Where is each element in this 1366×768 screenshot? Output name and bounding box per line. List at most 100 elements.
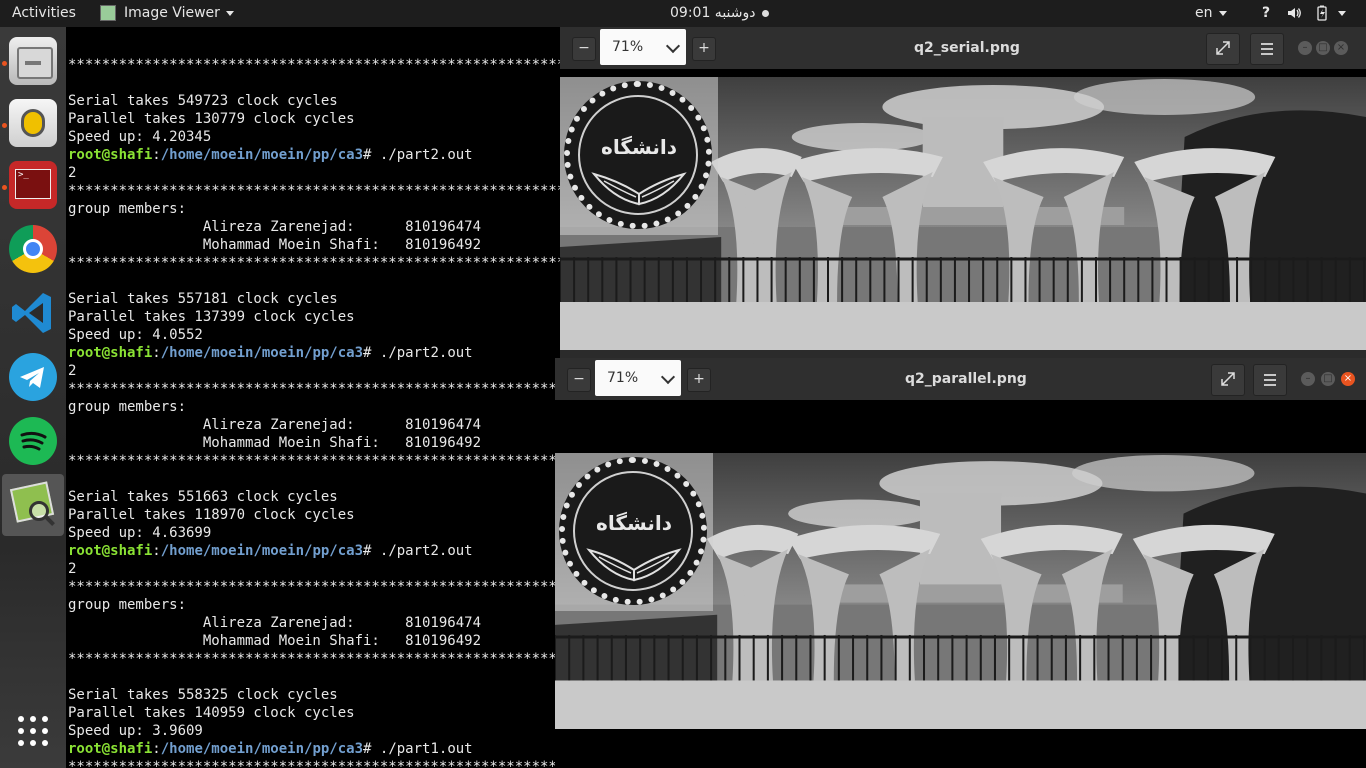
- terminal-output-line: group members:: [68, 399, 187, 415]
- files-icon[interactable]: [9, 37, 57, 85]
- terminal-output-line: ****************************************…: [68, 759, 560, 768]
- terminal-output-line: ****************************************…: [68, 381, 560, 397]
- terminal-output-line: ****************************************…: [68, 183, 560, 199]
- terminal-output-line: Parallel takes 137399 clock cycles: [68, 309, 355, 325]
- prompt-user: root@shafi: [68, 147, 153, 163]
- prompt-path: /home/moein/moein/pp/ca3: [160, 543, 364, 559]
- running-indicator: [2, 123, 7, 128]
- seal-text: دانشگاه: [596, 511, 672, 535]
- running-indicator: [2, 61, 7, 66]
- clock[interactable]: دوشنبه 09:01: [670, 0, 769, 27]
- terminal-output-line: 2: [68, 561, 77, 577]
- image-viewer-serial-window[interactable]: − 71% + q2_serial.png – □ × دانشگاه: [560, 27, 1366, 350]
- terminal-output-line: 2: [68, 165, 77, 181]
- window-title: q2_serial.png: [914, 40, 1020, 56]
- close-button[interactable]: ×: [1341, 372, 1355, 386]
- vscode-icon[interactable]: [9, 289, 57, 337]
- show-apps-icon[interactable]: [9, 707, 57, 755]
- notification-dot-icon: [761, 9, 769, 17]
- wings-icon: [591, 172, 687, 206]
- chrome-icon[interactable]: [9, 225, 57, 273]
- zoom-in-button[interactable]: +: [692, 37, 716, 61]
- zoom-select[interactable]: 71%: [600, 29, 686, 65]
- terminal-output-line: ****************************************…: [68, 579, 560, 595]
- running-indicator: [2, 185, 7, 190]
- terminal-output-line: group members:: [68, 597, 187, 613]
- telegram-icon[interactable]: [9, 353, 57, 401]
- prompt-command: # ./part1.out: [363, 741, 473, 757]
- menu-button[interactable]: [1253, 364, 1287, 396]
- spotify-icon[interactable]: [9, 417, 57, 465]
- zoom-select[interactable]: 71%: [595, 360, 681, 396]
- university-logo: دانشگاه: [555, 453, 713, 611]
- prompt-separator: :: [152, 147, 161, 163]
- terminal-window[interactable]: ****************************************…: [66, 27, 560, 768]
- clock-label: دوشنبه 09:01: [670, 5, 756, 21]
- prompt-command: # ./part2.out: [363, 543, 473, 559]
- zoom-out-button[interactable]: −: [567, 368, 591, 392]
- terminal-output-line: 2: [68, 363, 77, 379]
- zoom-value: 71%: [612, 39, 644, 55]
- system-menu[interactable]: [1332, 0, 1346, 27]
- terminal-output-line: ****************************************…: [68, 453, 560, 469]
- image-viewer-icon: [100, 5, 116, 21]
- terminal-output-line: Mohammad Moein Shafi: 810196492: [68, 633, 482, 649]
- maximize-button[interactable]: □: [1316, 41, 1330, 55]
- maximize-button[interactable]: □: [1321, 372, 1335, 386]
- zoom-out-button[interactable]: −: [572, 37, 596, 61]
- terminal-output-line: Mohammad Moein Shafi: 810196492: [68, 237, 482, 253]
- zoom-value: 71%: [607, 370, 639, 386]
- displayed-image[interactable]: دانشگاه: [560, 77, 1366, 350]
- image-viewer-parallel-window[interactable]: − 71% + q2_parallel.png – □ × دانشگاه: [555, 358, 1366, 768]
- app-menu[interactable]: Image Viewer: [100, 0, 234, 27]
- rhythmbox-icon[interactable]: [9, 99, 57, 147]
- chevron-down-icon: [225, 10, 234, 16]
- header-bar: − 71% + q2_parallel.png – □ ×: [555, 358, 1366, 400]
- hamburger-icon: [1264, 374, 1276, 386]
- terminal-prompt-line: root@shafi:/home/moein/moein/pp/ca3# ./p…: [68, 740, 473, 758]
- fullscreen-button[interactable]: [1206, 33, 1240, 65]
- displayed-image[interactable]: دانشگاه: [555, 453, 1366, 729]
- terminal-prompt-line: root@shafi:/home/moein/moein/pp/ca3# ./p…: [68, 542, 473, 560]
- app-menu-label: Image Viewer: [124, 5, 220, 21]
- battery-icon[interactable]: [1316, 0, 1328, 27]
- image-viewer-icon[interactable]: [9, 481, 57, 529]
- terminal-output-line: Speed up: 4.0552: [68, 327, 203, 343]
- terminal-prompt-line: root@shafi:/home/moein/moein/pp/ca3# ./p…: [68, 344, 473, 362]
- terminal-output-line: Parallel takes 118970 clock cycles: [68, 507, 355, 523]
- terminal-output-line: Serial takes 549723 clock cycles: [68, 93, 338, 109]
- terminal-output-line: Serial takes 551663 clock cycles: [68, 489, 338, 505]
- prompt-command: # ./part2.out: [363, 345, 473, 361]
- chevron-down-icon: [1218, 10, 1227, 16]
- window-title: q2_parallel.png: [905, 371, 1027, 387]
- language-indicator[interactable]: en: [1195, 0, 1227, 27]
- help-icon[interactable]: ?: [1262, 0, 1270, 27]
- prompt-command: # ./part2.out: [363, 147, 473, 163]
- prompt-user: root@shafi: [68, 741, 153, 757]
- header-bar: − 71% + q2_serial.png – □ ×: [560, 27, 1366, 69]
- fullscreen-icon: [1216, 41, 1230, 55]
- terminal-prompt-line: root@shafi:/home/moein/moein/pp/ca3# ./p…: [68, 146, 473, 164]
- terminal-output-line: Alireza Zarenejad: 810196474: [68, 615, 482, 631]
- fullscreen-button[interactable]: [1211, 364, 1245, 396]
- chevron-down-icon: [660, 369, 676, 385]
- close-button[interactable]: ×: [1334, 41, 1348, 55]
- prompt-path: /home/moein/moein/pp/ca3: [160, 147, 364, 163]
- terminal-output-line: Serial takes 558325 clock cycles: [68, 687, 338, 703]
- zoom-in-button[interactable]: +: [687, 368, 711, 392]
- menu-button[interactable]: [1250, 33, 1284, 65]
- volume-icon[interactable]: [1286, 0, 1302, 27]
- terminal-output-line: Speed up: 4.63699: [68, 525, 212, 541]
- hamburger-icon: [1261, 43, 1273, 55]
- terminal-output-line: Alireza Zarenejad: 810196474: [68, 219, 482, 235]
- prompt-user: root@shafi: [68, 543, 153, 559]
- minimize-button[interactable]: –: [1301, 372, 1315, 386]
- terminal-output-line: Speed up: 4.20345: [68, 129, 212, 145]
- university-logo: دانشگاه: [560, 77, 718, 235]
- minimize-button[interactable]: –: [1298, 41, 1312, 55]
- prompt-path: /home/moein/moein/pp/ca3: [160, 741, 364, 757]
- terminal-output-line: Alireza Zarenejad: 810196474: [68, 417, 482, 433]
- terminal-icon[interactable]: >_: [9, 161, 57, 209]
- language-label: en: [1195, 5, 1213, 21]
- activities-button[interactable]: Activities: [12, 0, 76, 27]
